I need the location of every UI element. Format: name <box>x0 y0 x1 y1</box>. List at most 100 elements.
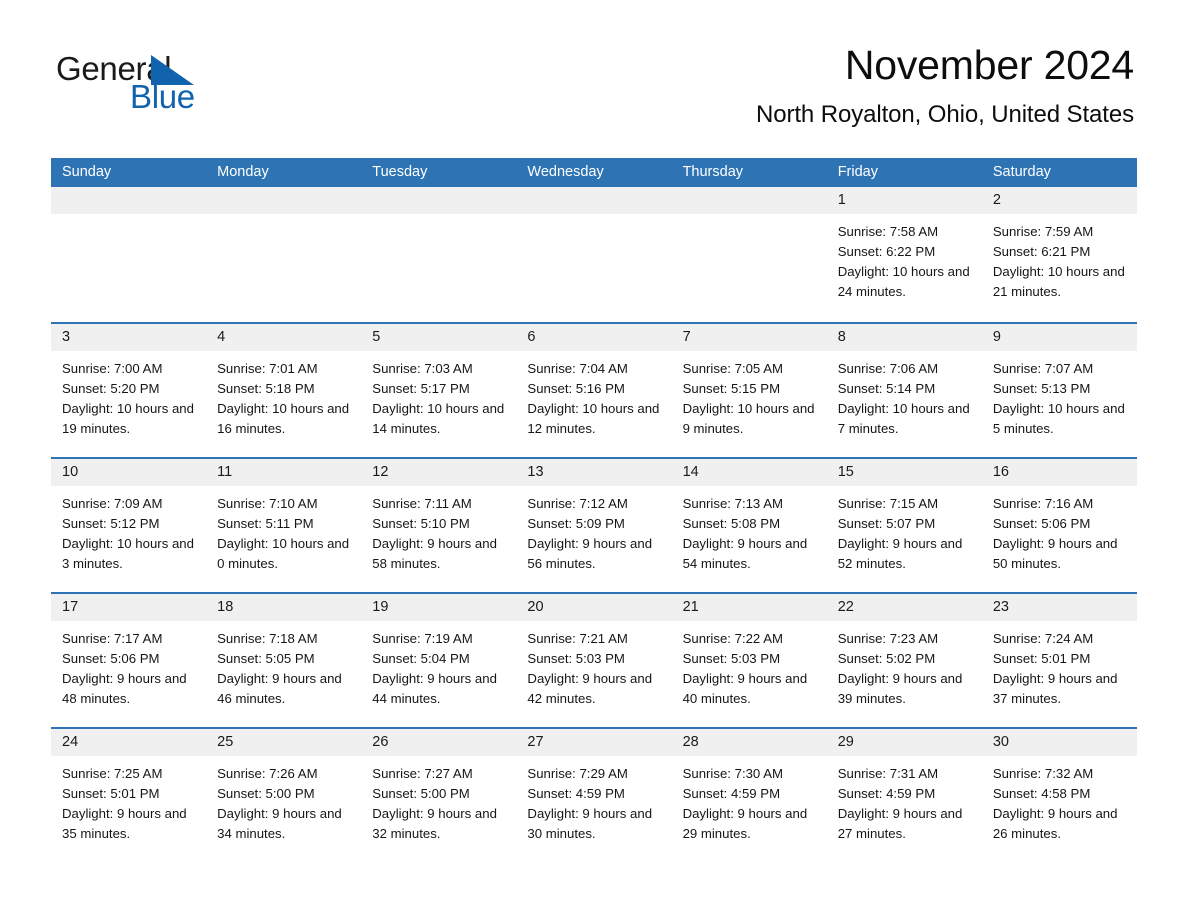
calendar-week-row: 24 Sunrise: 7:25 AM Sunset: 5:01 PM Dayligh… <box>51 727 1137 849</box>
day-cell[interactable]: 20 Sunrise: 7:21 AM Sunset: 5:03 PM Dayligh… <box>516 594 672 727</box>
day-cell[interactable]: 30 Sunrise: 7:32 AM Sunset: 4:58 PM Dayligh… <box>981 729 1137 849</box>
sunset-text: Sunset: 5:07 PM <box>837 516 936 531</box>
day-cell[interactable]: 19 Sunrise: 7:19 AM Sunset: 5:04 PM Dayligh… <box>361 594 517 727</box>
day-number: 22 <box>826 594 982 621</box>
daylight-text: Daylight: 9 hours and 42 minutes. <box>527 671 653 706</box>
calendar-page: General Blue November 2024 North Royalto… <box>0 0 1188 918</box>
sunrise-text: Sunrise: 7:22 AM <box>682 631 783 646</box>
sunrise-text: Sunrise: 7:26 AM <box>217 766 318 781</box>
day-details: Sunrise: 7:19 AM Sunset: 5:04 PM Daylight:… <box>361 621 516 709</box>
day-cell[interactable]: 5 Sunrise: 7:03 AM Sunset: 5:17 PM Daylight… <box>361 324 517 457</box>
day-cell[interactable]: 26 Sunrise: 7:27 AM Sunset: 5:00 PM Dayligh… <box>361 729 517 849</box>
sunset-text: Sunset: 5:20 PM <box>62 381 160 396</box>
sunset-text: Sunset: 5:03 PM <box>682 651 781 666</box>
sunset-text: Sunset: 4:58 PM <box>992 786 1091 801</box>
day-cell[interactable]: 21 Sunrise: 7:22 AM Sunset: 5:03 PM Dayligh… <box>671 594 827 727</box>
weekday-header-sunday: Sunday <box>62 164 112 180</box>
sunrise-text: Sunrise: 7:09 AM <box>62 496 163 511</box>
day-cell[interactable]: 25 Sunrise: 7:26 AM Sunset: 5:00 PM Dayligh… <box>206 729 362 849</box>
day-cell[interactable]: 13 Sunrise: 7:12 AM Sunset: 5:09 PM Dayligh… <box>516 459 672 592</box>
day-details: Sunrise: 7:32 AM Sunset: 4:58 PM Daylight:… <box>982 756 1137 844</box>
daylight-text: Daylight: 10 hours and 14 minutes. <box>372 401 505 436</box>
day-cell[interactable]: 24 Sunrise: 7:25 AM Sunset: 5:01 PM Dayligh… <box>51 729 207 849</box>
day-cell-empty <box>51 187 207 322</box>
day-number: 14 <box>671 459 827 486</box>
weekday-header-wednesday: Wednesday <box>527 164 604 180</box>
sunset-text: Sunset: 5:08 PM <box>682 516 781 531</box>
day-cell[interactable]: 6 Sunrise: 7:04 AM Sunset: 5:16 PM Daylight… <box>516 324 672 457</box>
weekday-header-tuesday: Tuesday <box>372 164 428 180</box>
day-number: 16 <box>981 459 1137 486</box>
sunrise-text: Sunrise: 7:24 AM <box>992 631 1094 646</box>
sunrise-text: Sunrise: 7:17 AM <box>62 631 163 646</box>
sunset-text: Sunset: 5:00 PM <box>372 786 470 801</box>
day-number: 24 <box>51 729 207 756</box>
day-cell[interactable]: 2 Sunrise: 7:59 AM Sunset: 6:21 PM Daylight… <box>981 187 1137 322</box>
daylight-text: Daylight: 10 hours and 19 minutes. <box>62 401 194 436</box>
sunset-text: Sunset: 5:12 PM <box>62 516 160 531</box>
calendar-weeks: 1 Sunrise: 7:58 AM Sunset: 6:22 PM Daylight… <box>51 187 1137 849</box>
daylight-text: Daylight: 10 hours and 24 minutes. <box>837 264 970 299</box>
sunset-text: Sunset: 5:17 PM <box>372 381 470 396</box>
day-cell[interactable]: 7 Sunrise: 7:05 AM Sunset: 5:15 PM Daylight… <box>671 324 827 457</box>
day-cell[interactable]: 18 Sunrise: 7:18 AM Sunset: 5:05 PM Dayligh… <box>206 594 362 727</box>
daylight-text: Daylight: 9 hours and 56 minutes. <box>527 536 653 571</box>
day-details: Sunrise: 7:05 AM Sunset: 5:15 PM Daylight:… <box>672 351 827 439</box>
general-blue-logo[interactable]: General Blue <box>56 52 316 118</box>
day-details: Sunrise: 7:30 AM Sunset: 4:59 PM Daylight:… <box>672 756 827 844</box>
day-cell[interactable]: 14 Sunrise: 7:13 AM Sunset: 5:08 PM Dayligh… <box>671 459 827 592</box>
sunrise-text: Sunrise: 7:07 AM <box>992 361 1094 376</box>
day-cell[interactable]: 12 Sunrise: 7:11 AM Sunset: 5:10 PM Dayligh… <box>361 459 517 592</box>
sunrise-text: Sunrise: 7:01 AM <box>217 361 318 376</box>
day-details: Sunrise: 7:13 AM Sunset: 5:08 PM Daylight:… <box>672 486 827 574</box>
daylight-text: Daylight: 10 hours and 5 minutes. <box>992 401 1125 436</box>
day-cell[interactable]: 3 Sunrise: 7:00 AM Sunset: 5:20 PM Daylight… <box>51 324 207 457</box>
sunset-text: Sunset: 5:11 PM <box>217 516 314 531</box>
sunrise-text: Sunrise: 7:16 AM <box>992 496 1094 511</box>
title-block: November 2024 North Royalton, Ohio, Unit… <box>756 42 1134 128</box>
sunset-text: Sunset: 5:13 PM <box>992 381 1091 396</box>
daylight-text: Daylight: 9 hours and 32 minutes. <box>372 806 497 841</box>
day-number: 17 <box>51 594 207 621</box>
sunset-text: Sunset: 4:59 PM <box>682 786 781 801</box>
day-details: Sunrise: 7:26 AM Sunset: 5:00 PM Daylight:… <box>206 756 361 844</box>
day-details: Sunrise: 7:29 AM Sunset: 4:59 PM Daylight:… <box>516 756 671 844</box>
day-cell[interactable]: 10 Sunrise: 7:09 AM Sunset: 5:12 PM Dayligh… <box>51 459 207 592</box>
day-cell-empty <box>671 187 827 322</box>
daylight-text: Daylight: 9 hours and 27 minutes. <box>837 806 963 841</box>
sunset-text: Sunset: 5:16 PM <box>527 381 625 396</box>
day-number <box>361 187 517 214</box>
day-cell-empty <box>516 187 672 322</box>
day-cell-empty <box>361 187 517 322</box>
day-details: Sunrise: 7:16 AM Sunset: 5:06 PM Daylight:… <box>982 486 1137 574</box>
daylight-text: Daylight: 9 hours and 44 minutes. <box>372 671 497 706</box>
day-cell[interactable]: 8 Sunrise: 7:06 AM Sunset: 5:14 PM Daylight… <box>826 324 982 457</box>
daylight-text: Daylight: 9 hours and 46 minutes. <box>217 671 342 706</box>
day-cell[interactable]: 22 Sunrise: 7:23 AM Sunset: 5:02 PM Dayligh… <box>826 594 982 727</box>
sunrise-text: Sunrise: 7:25 AM <box>62 766 163 781</box>
daylight-text: Daylight: 9 hours and 29 minutes. <box>682 806 808 841</box>
day-cell[interactable]: 4 Sunrise: 7:01 AM Sunset: 5:18 PM Daylight… <box>206 324 362 457</box>
day-cell[interactable]: 9 Sunrise: 7:07 AM Sunset: 5:13 PM Daylight… <box>981 324 1137 457</box>
day-cell[interactable]: 23 Sunrise: 7:24 AM Sunset: 5:01 PM Dayligh… <box>981 594 1137 727</box>
day-number: 8 <box>826 324 982 351</box>
day-cell[interactable]: 16 Sunrise: 7:16 AM Sunset: 5:06 PM Dayligh… <box>981 459 1137 592</box>
day-cell[interactable]: 28 Sunrise: 7:30 AM Sunset: 4:59 PM Dayligh… <box>671 729 827 849</box>
page-title: November 2024 <box>844 42 1134 88</box>
day-details: Sunrise: 7:09 AM Sunset: 5:12 PM Daylight:… <box>51 486 206 574</box>
day-number <box>51 187 207 214</box>
sunrise-text: Sunrise: 7:58 AM <box>837 224 939 239</box>
sunrise-text: Sunrise: 7:30 AM <box>682 766 783 781</box>
day-cell[interactable]: 1 Sunrise: 7:58 AM Sunset: 6:22 PM Daylight… <box>826 187 982 322</box>
day-cell[interactable]: 11 Sunrise: 7:10 AM Sunset: 5:11 PM Dayligh… <box>206 459 362 592</box>
daylight-text: Daylight: 10 hours and 0 minutes. <box>217 536 350 571</box>
day-cell[interactable]: 29 Sunrise: 7:31 AM Sunset: 4:59 PM Dayligh… <box>826 729 982 849</box>
day-cell[interactable]: 15 Sunrise: 7:15 AM Sunset: 5:07 PM Dayligh… <box>826 459 982 592</box>
daylight-text: Daylight: 9 hours and 48 minutes. <box>62 671 187 706</box>
day-cell[interactable]: 27 Sunrise: 7:29 AM Sunset: 4:59 PM Dayligh… <box>516 729 672 849</box>
day-cell[interactable]: 17 Sunrise: 7:17 AM Sunset: 5:06 PM Dayligh… <box>51 594 207 727</box>
day-details: Sunrise: 7:17 AM Sunset: 5:06 PM Daylight:… <box>51 621 206 709</box>
sunrise-text: Sunrise: 7:00 AM <box>62 361 163 376</box>
daylight-text: Daylight: 9 hours and 50 minutes. <box>992 536 1118 571</box>
day-details: Sunrise: 7:58 AM Sunset: 6:22 PM Daylight:… <box>827 214 982 302</box>
